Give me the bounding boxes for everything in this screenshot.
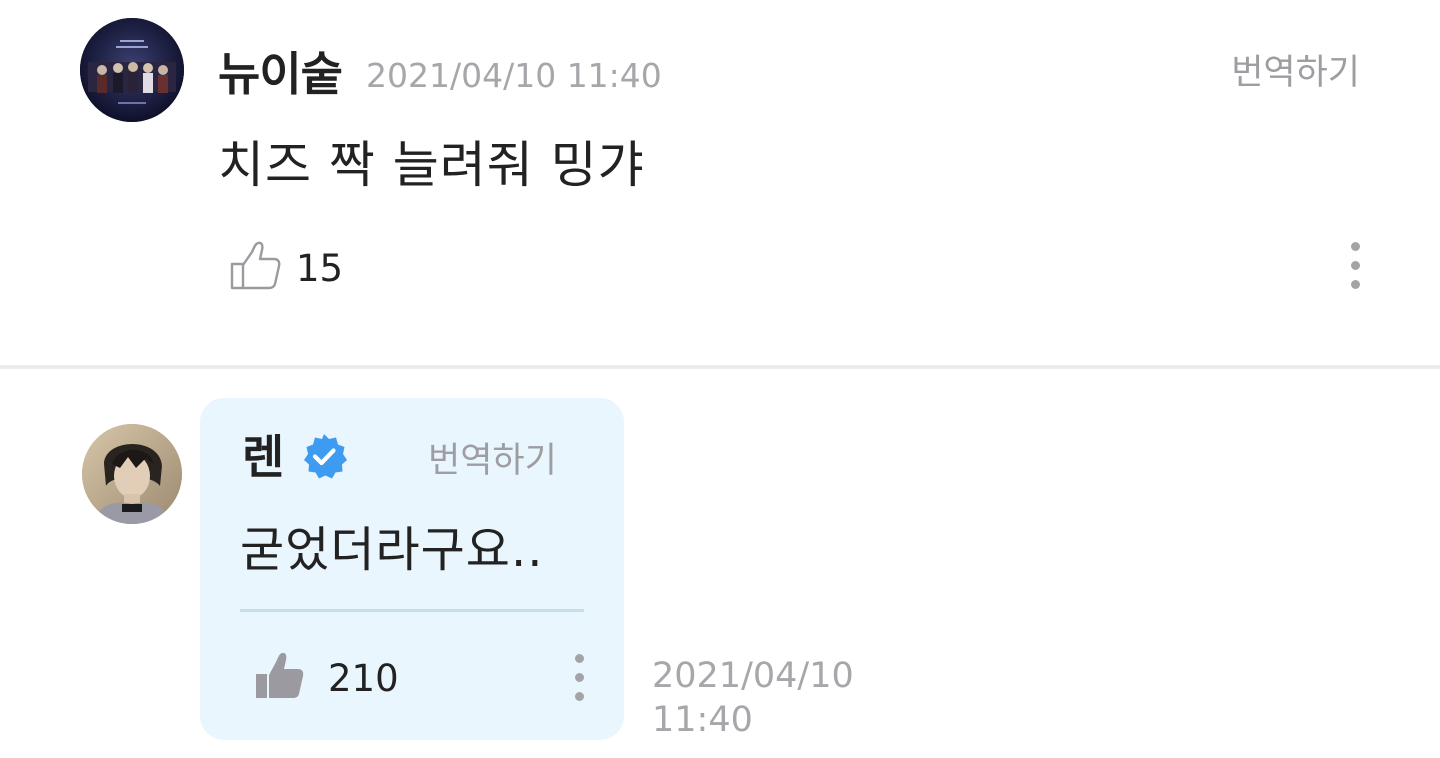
comment-date: 2021/04/10 11:40 (366, 56, 662, 95)
reply-bubble: 렌 번역하기 굳었더라구요.. 210 (200, 398, 624, 740)
dot (1351, 242, 1360, 251)
album-cover-image (80, 18, 184, 122)
thumbs-up-filled-icon (256, 652, 304, 698)
dot (575, 692, 584, 701)
comment-author[interactable]: 뉴이숱 (218, 44, 343, 104)
reply-date-day: 2021/04/10 (652, 656, 854, 696)
comment-body: 치즈 짝 늘려줘 밍갸 (218, 136, 645, 194)
dot (1351, 280, 1360, 289)
thumbs-up-outline-icon (230, 241, 281, 290)
like-count: 15 (296, 247, 344, 290)
dot (575, 673, 584, 682)
reply-date-time: 11:40 (652, 700, 753, 740)
reply-body: 굳었더라구요.. (240, 522, 544, 578)
comment-thread: 뉴이숱 2021/04/10 11:40 번역하기 치즈 짝 늘려줘 밍갸 15 (0, 0, 1440, 758)
reply-date: 2021/04/10 11:40 (652, 654, 854, 742)
more-options-button[interactable] (1346, 240, 1366, 292)
more-options-button[interactable] (570, 652, 590, 704)
bubble-divider (240, 609, 584, 612)
like-button[interactable] (228, 238, 284, 294)
verified-badge-icon (304, 434, 347, 479)
reply-author[interactable]: 렌 (242, 428, 284, 486)
artist-photo (82, 424, 182, 524)
dot (575, 654, 584, 663)
translate-button[interactable]: 번역하기 (428, 438, 557, 484)
user-avatar[interactable] (80, 18, 184, 122)
dot (1351, 261, 1360, 270)
like-count: 210 (328, 657, 399, 700)
like-button[interactable] (252, 648, 308, 704)
translate-button[interactable]: 번역하기 (1231, 50, 1360, 96)
artist-avatar[interactable] (82, 424, 182, 524)
divider (0, 365, 1440, 369)
